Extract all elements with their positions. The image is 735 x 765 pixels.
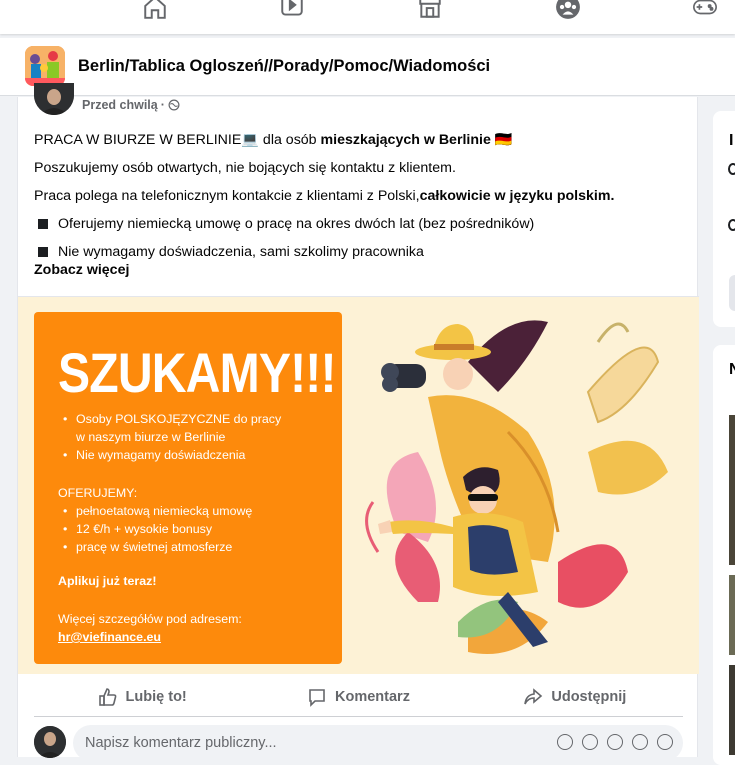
- ad-requirement-1: Osoby POLSKOJĘZYCZNE do pracy w naszym b…: [58, 410, 288, 446]
- sidebar-info-card: I: [713, 111, 735, 327]
- comment-button[interactable]: Komentarz: [250, 677, 466, 716]
- gif-icon[interactable]: [632, 734, 648, 750]
- share-icon: [524, 687, 543, 704]
- like-label: Lubię to!: [125, 688, 187, 705]
- post-card: Przed chwilą · PRACA W BIURZE W BERLINIE…: [17, 83, 699, 761]
- ad-offer: OFERUJEMY: pełnoetatową niemiecką umowę …: [58, 484, 252, 556]
- ad-orange-panel: SZUKAMY!!! Osoby POLSKOJĘZYCZNE do pracy…: [34, 312, 342, 664]
- comment-tools: [557, 734, 673, 750]
- post-line-2: Poszukujemy osób otwartych, nie bojących…: [34, 160, 456, 176]
- post-line-1: PRACA W BIURZE W BERLINIE💻 dla osób mies…: [34, 126, 684, 154]
- group-name[interactable]: Berlin/Tablica Ogloszeń//Porady/Pomoc/Wi…: [78, 57, 490, 76]
- comment-icon: [309, 688, 325, 707]
- post-line-3-bold: całkowicie w języku polskim.: [419, 188, 615, 204]
- comment-label: Komentarz: [335, 688, 410, 705]
- share-button[interactable]: Udostępnij: [467, 677, 683, 716]
- avatar-sticker-icon[interactable]: [657, 734, 673, 750]
- post-bullet-2: Nie wymagamy doświadczenia, sami szkolim…: [34, 238, 684, 266]
- post-body: PRACA W BIURZE W BERLINIE💻 dla osób mies…: [34, 126, 684, 266]
- post-line-3: Praca polega na telefonicznym kontakcie …: [34, 182, 684, 210]
- eye-icon: [728, 219, 735, 231]
- ad-headline: SZUKAMY!!!: [58, 341, 336, 404]
- comment-input[interactable]: Napisz komentarz publiczny...: [73, 725, 683, 761]
- see-more-link[interactable]: Zobacz więcej: [34, 262, 129, 278]
- post-line-3-prefix: Praca polega na telefonicznym kontakcie …: [34, 188, 420, 204]
- marketplace-icon[interactable]: [410, 0, 450, 28]
- sidebar-card-title: I: [729, 132, 734, 149]
- globe-icon: [728, 163, 735, 175]
- post-bullet-2-text: Nie wymagamy doświadczenia, sami szkolim…: [58, 244, 424, 260]
- sticker-icon[interactable]: [557, 734, 573, 750]
- meta-separator: ·: [160, 98, 165, 112]
- media-thumbnail[interactable]: [729, 415, 735, 565]
- ad-requirement-2: Nie wymagamy doświadczenia: [58, 446, 288, 464]
- sidebar-media-card: N: [713, 345, 735, 765]
- post-line-1-suffix: 🇩🇪: [490, 132, 513, 148]
- ad-requirements: Osoby POLSKOJĘZYCZNE do pracy w naszym b…: [58, 410, 288, 464]
- author-avatar[interactable]: [34, 83, 74, 115]
- groups-icon[interactable]: [548, 0, 588, 28]
- comment-placeholder: Napisz komentarz publiczny...: [85, 735, 277, 751]
- sidebar-card-title: N: [729, 361, 735, 378]
- current-user-avatar[interactable]: [34, 726, 66, 758]
- post-timestamp[interactable]: Przed chwilą: [82, 98, 158, 112]
- media-thumbnail[interactable]: [729, 665, 735, 755]
- ad-offer-1: pełnoetatową niemiecką umowę: [58, 502, 252, 520]
- group-avatar[interactable]: [25, 46, 65, 86]
- group-header: Berlin/Tablica Ogloszeń//Porady/Pomoc/Wi…: [0, 38, 735, 96]
- gaming-icon[interactable]: [685, 0, 725, 28]
- post-image[interactable]: SZUKAMY!!! Osoby POLSKOJĘZYCZNE do pracy…: [18, 296, 699, 674]
- ad-email: hr@viefinance.eu: [58, 630, 161, 644]
- post-line-1-bold: mieszkających w Berlinie: [320, 132, 491, 148]
- post-bullet-1: Oferujemy niemiecką umowę o pracę na okr…: [34, 210, 684, 238]
- post-meta: Przed chwilą ·: [82, 98, 180, 112]
- watch-icon[interactable]: [272, 0, 312, 28]
- globe-icon: [168, 99, 180, 111]
- bullet-square-icon: [38, 219, 48, 229]
- ad-more-info: Więcej szczegółów pod adresem: hr@viefin…: [58, 610, 242, 646]
- ad-offer-2: 12 €/h + wysokie bonusy: [58, 520, 252, 538]
- detective-illustration: [365, 320, 668, 654]
- media-thumbnail[interactable]: [729, 575, 735, 655]
- emoji-icon[interactable]: [582, 734, 598, 750]
- post-actions: Lubię to! Komentarz Udostępnij: [34, 677, 683, 717]
- camera-icon[interactable]: [607, 734, 623, 750]
- ad-offer-3: pracę w świetnej atmosferze: [58, 538, 252, 556]
- bullet-square-icon: [38, 247, 48, 257]
- share-label: Udostępnij: [551, 688, 627, 705]
- post-line-1-prefix: PRACA W BIURZE W BERLINIE💻 dla osób: [34, 132, 321, 148]
- ad-more-info-text: Więcej szczegółów pod adresem:: [58, 612, 242, 626]
- post-bullet-1-text: Oferujemy niemiecką umowę o pracę na okr…: [58, 216, 535, 232]
- top-navigation: [0, 0, 735, 34]
- home-icon[interactable]: [135, 0, 175, 28]
- ad-offer-title: OFERUJEMY:: [58, 486, 138, 500]
- ad-apply-text: Aplikuj już teraz!: [58, 574, 157, 588]
- like-button[interactable]: Lubię to!: [34, 677, 250, 716]
- sidebar-button[interactable]: [729, 275, 735, 311]
- thumbs-up-icon: [98, 687, 116, 706]
